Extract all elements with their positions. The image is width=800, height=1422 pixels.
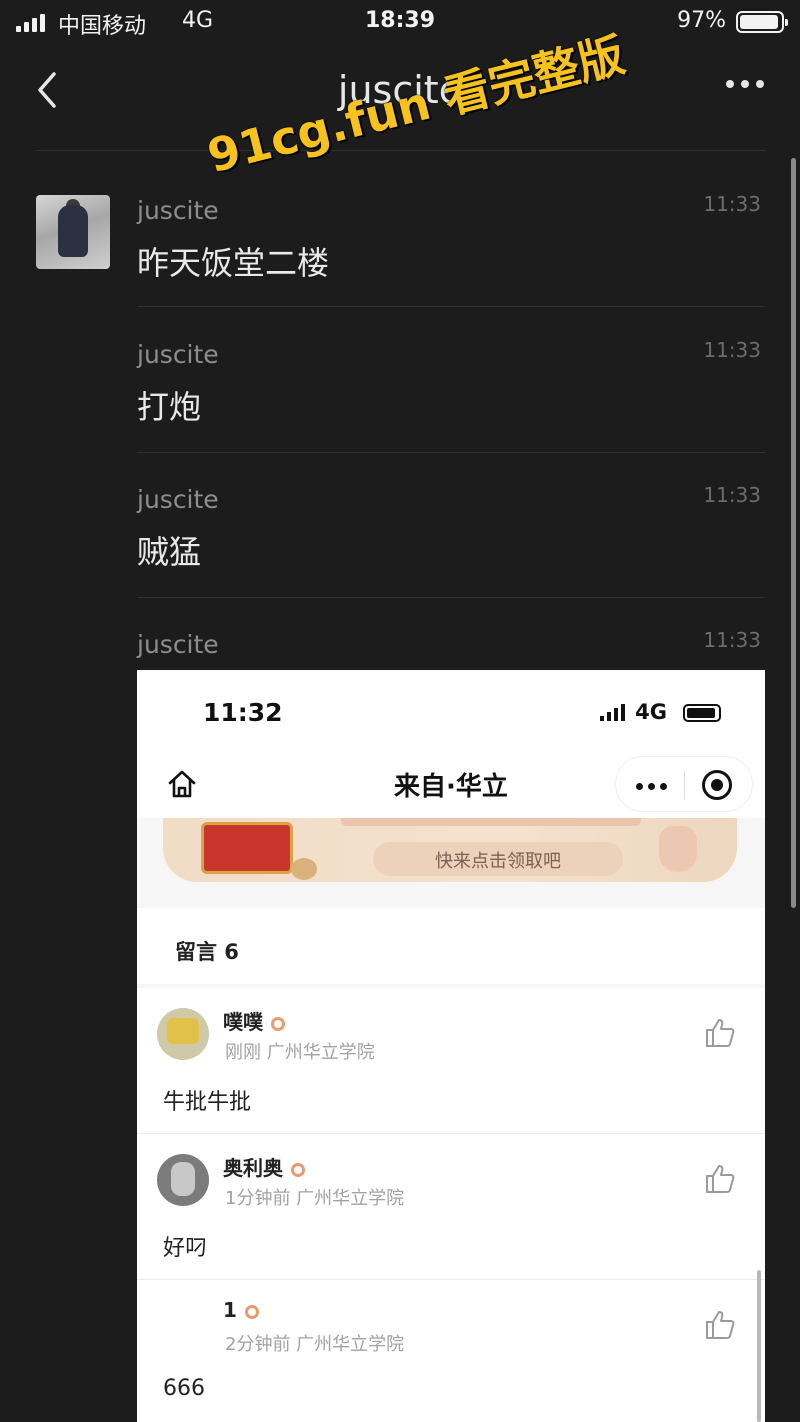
image-clock: 11:32 <box>203 698 283 727</box>
more-dots-icon <box>636 783 667 790</box>
miniapp-capsule <box>615 756 753 812</box>
comment-author: 奥利奥 <box>223 1152 305 1181</box>
comment-text: 好叼 <box>163 1236 208 1261</box>
message-sender: juscite <box>137 196 219 225</box>
battery-icon <box>683 704 721 722</box>
comments-count: 留言 6 <box>175 940 239 964</box>
comment-text: 666 <box>163 1376 205 1401</box>
message-sender: juscite <box>137 340 219 369</box>
image-scrollbar <box>757 1270 761 1422</box>
comments-header: 留言 6 <box>137 908 765 984</box>
comment-meta: 刚刚 广州华立学院 <box>225 1042 375 1063</box>
message-text[interactable]: 打炮 <box>137 382 201 428</box>
badge-icon <box>271 1016 285 1031</box>
promo-banner: 快来点击领取吧 <box>163 818 737 882</box>
banner-button-label: 快来点击领取吧 <box>435 851 561 872</box>
thumbs-up-icon <box>703 1308 737 1342</box>
comment-meta: 1分钟前 广州华立学院 <box>225 1188 405 1209</box>
status-bar: 中国移动 4G 18:39 97% <box>0 0 800 46</box>
badge-icon <box>291 1162 305 1177</box>
avatar <box>157 1008 209 1060</box>
message-time: 11:33 <box>703 483 761 507</box>
banner-button: 快来点击领取吧 <box>373 842 623 876</box>
message-sender: juscite <box>137 630 219 659</box>
comment-author: 噗噗 <box>223 1006 285 1035</box>
comment-item: 噗噗 刚刚 广州华立学院 牛批牛批 <box>137 988 765 1134</box>
thumbs-up-icon <box>703 1162 737 1196</box>
sender-avatar[interactable] <box>36 195 110 269</box>
message-time: 11:33 <box>703 338 761 362</box>
thumbs-up-icon <box>703 1016 737 1050</box>
more-dots-icon[interactable] <box>726 80 764 88</box>
comment-item: 奥利奥 1分钟前 广州华立学院 好叼 <box>137 1134 765 1280</box>
battery-percent: 97% <box>677 8 726 33</box>
image-status-bar: 11:32 4G <box>137 670 765 750</box>
coin-icon <box>291 858 317 880</box>
image-message[interactable]: 11:32 4G 来自·华立 快来点击领取吧 留言 6 噗噗 刚刚 广州华立学院… <box>137 670 765 1422</box>
target-icon <box>702 770 732 800</box>
treasure-chest-icon <box>201 822 293 874</box>
hand-pointer-icon <box>659 826 697 872</box>
comment-text: 牛批牛批 <box>163 1090 252 1115</box>
header-divider <box>36 150 766 151</box>
battery-icon <box>736 11 788 33</box>
comment-item: 1 2分钟前 广州华立学院 666 <box>137 1280 765 1422</box>
signal-icon <box>600 704 625 721</box>
avatar <box>157 1154 209 1206</box>
message-sender: juscite <box>137 485 219 514</box>
comment-meta: 2分钟前 广州华立学院 <box>225 1334 405 1355</box>
message-item: juscite 11:33 贼猛 <box>137 453 765 598</box>
chat-scrollbar[interactable] <box>791 158 796 908</box>
message-text[interactable]: 贼猛 <box>137 527 201 573</box>
comment-author: 1 <box>223 1298 259 1322</box>
message-divider <box>137 306 765 307</box>
image-nav-bar: 来自·华立 <box>137 750 765 818</box>
message-item: juscite 11:33 昨天饭堂二楼 <box>137 162 765 307</box>
message-item: juscite 11:33 <box>137 598 765 670</box>
message-text[interactable]: 昨天饭堂二楼 <box>137 238 329 284</box>
badge-icon <box>244 1304 259 1319</box>
message-time: 11:33 <box>703 628 761 652</box>
message-time: 11:33 <box>703 192 761 216</box>
image-network: 4G <box>635 700 667 724</box>
message-item: juscite 11:33 打炮 <box>137 308 765 453</box>
